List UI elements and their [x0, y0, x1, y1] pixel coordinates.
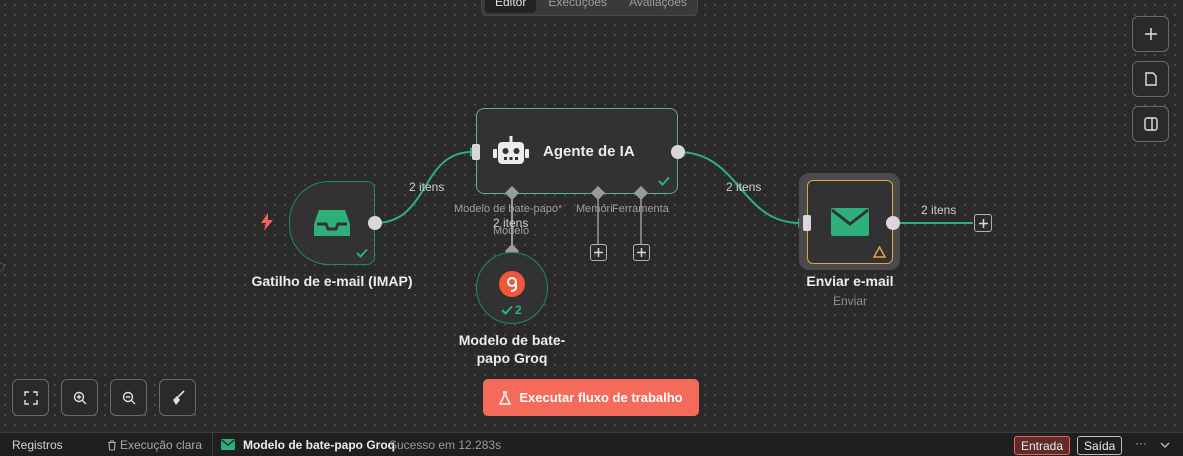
input-toggle-button[interactable]: Entrada — [1014, 436, 1071, 455]
clear-execution-button[interactable]: Execução clara — [107, 438, 202, 452]
chevron-down-icon[interactable] — [1160, 442, 1170, 448]
execute-workflow-button[interactable]: Executar fluxo de trabalho — [483, 379, 699, 416]
node-envelope-icon — [221, 439, 235, 450]
more-options-button[interactable]: ··· — [1135, 436, 1147, 450]
groq-logo-icon — [499, 271, 525, 297]
fit-view-button[interactable] — [12, 379, 49, 416]
send-email-title: Enviar e-mail — [806, 273, 894, 289]
success-check-icon — [658, 176, 670, 186]
groq-model-node[interactable]: 2 — [476, 252, 548, 324]
sticky-note-icon — [1144, 72, 1157, 86]
success-check-icon — [356, 248, 368, 258]
warning-icon — [873, 246, 886, 258]
groq-model-title-line2: papo Groq — [476, 350, 548, 366]
plus-icon — [978, 218, 988, 228]
success-check-icon — [501, 305, 513, 315]
zoom-in-icon — [73, 391, 86, 404]
envelope-icon — [831, 208, 869, 236]
agent-input-port[interactable] — [472, 144, 480, 160]
edge-label-agent-send: 2 itens — [726, 180, 762, 194]
log-status-text: Sucesso em 12.283s — [389, 438, 502, 452]
agent-port-chat-model-label: Modelo de bate-papo* — [454, 203, 562, 215]
model-run-status: 2 — [501, 303, 522, 317]
zoom-out-icon — [122, 391, 135, 404]
agent-node-title: Agente de IA — [543, 142, 635, 160]
broom-icon — [172, 389, 185, 405]
model-run-count: 2 — [515, 303, 522, 317]
groq-model-title: Modelo de bate- papo Groq — [432, 331, 592, 367]
send-input-port[interactable] — [803, 215, 811, 231]
agent-node[interactable]: Agente de IA — [476, 108, 678, 194]
groq-model-title-line1: Modelo de bate- — [458, 332, 566, 348]
plus-icon — [594, 248, 603, 257]
trigger-output-port[interactable] — [368, 216, 382, 230]
log-node-name[interactable]: Modelo de bate-papo Groq — [243, 438, 395, 452]
send-output-port[interactable] — [886, 216, 900, 230]
logs-divider — [212, 433, 213, 456]
plus-icon — [1144, 28, 1157, 40]
sticky-note-button[interactable] — [1132, 61, 1169, 97]
panel-icon — [1143, 117, 1158, 131]
trigger-node-title: Gatilho de e-mail (IMAP) — [251, 273, 413, 289]
canvas-edge-dot — [0, 262, 5, 272]
zoom-in-button[interactable] — [61, 379, 98, 416]
trigger-node[interactable] — [289, 181, 375, 265]
edge-label-send-out: 2 itens — [921, 203, 957, 217]
trigger-bolt-icon — [261, 213, 273, 231]
agent-port-tool-label: Ferramenta — [612, 203, 669, 215]
tidy-up-button[interactable] — [159, 379, 196, 416]
plus-icon — [637, 248, 646, 257]
send-email-node[interactable] — [807, 180, 893, 264]
edge-label-trigger-agent: 2 itens — [409, 180, 445, 194]
chat-model-label-text: Modelo de bate-papo — [454, 203, 558, 215]
send-email-subtitle: Enviar — [832, 294, 867, 308]
robot-icon — [493, 136, 529, 164]
fit-view-icon — [23, 390, 38, 405]
add-memory-button[interactable] — [590, 244, 607, 261]
execute-workflow-label: Executar fluxo de trabalho — [519, 390, 683, 405]
required-asterisk: * — [557, 203, 563, 215]
add-next-node-button[interactable] — [974, 214, 992, 232]
inbox-icon — [314, 210, 350, 236]
edge-label-model-agent: 2 itens — [493, 216, 529, 230]
flask-icon — [499, 390, 512, 405]
add-node-button[interactable] — [1132, 16, 1169, 52]
output-toggle-button[interactable]: Saída — [1077, 436, 1123, 455]
agent-output-port[interactable] — [671, 145, 685, 159]
agent-port-memory-label: Memória — [576, 203, 613, 215]
trash-icon — [108, 439, 116, 451]
logs-title[interactable]: Registros — [12, 438, 63, 452]
logs-bar: Registros Execução clara Modelo de bate-… — [0, 432, 1183, 456]
zoom-out-button[interactable] — [110, 379, 147, 416]
clear-execution-label: Execução clara — [120, 438, 203, 452]
toggle-panel-button[interactable] — [1132, 106, 1169, 142]
add-tool-button[interactable] — [633, 244, 650, 261]
